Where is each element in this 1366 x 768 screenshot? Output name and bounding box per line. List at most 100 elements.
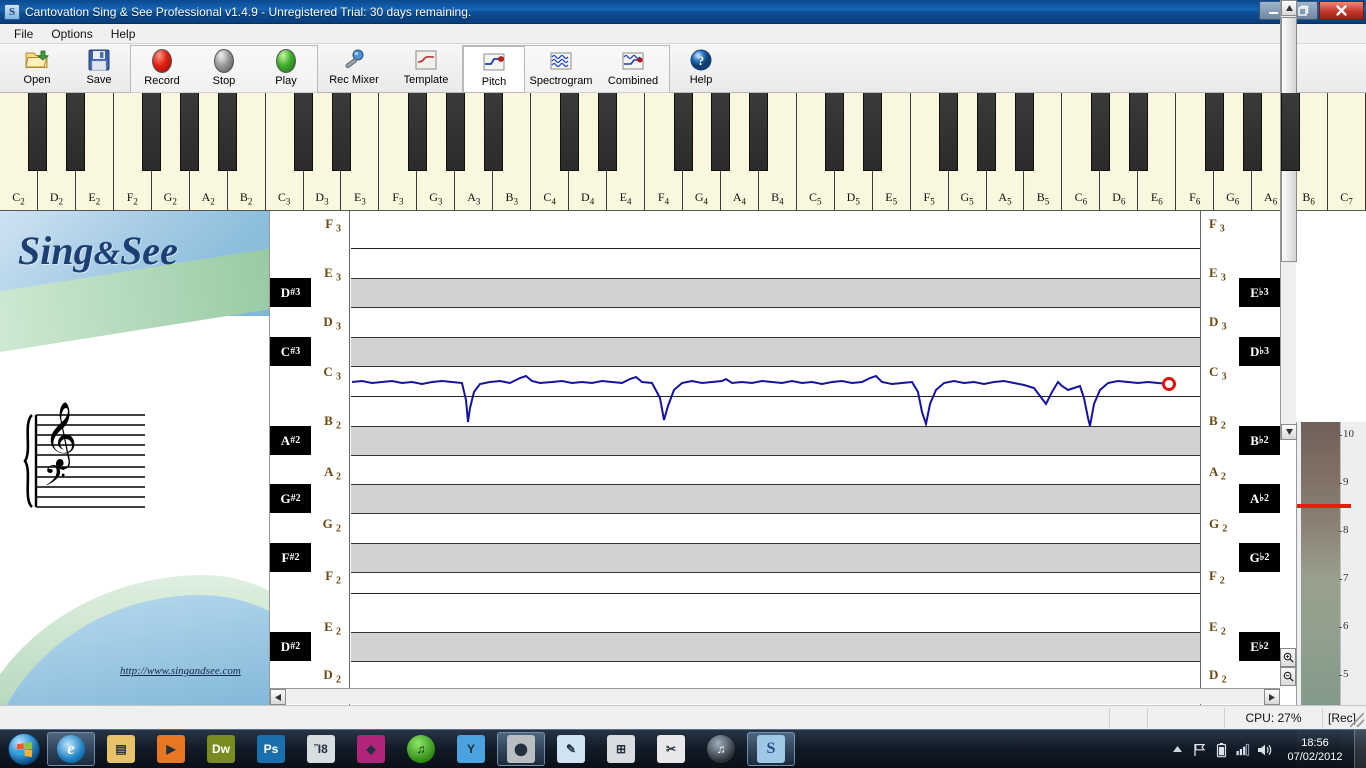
- taskbar-app-sing-and-see[interactable]: S: [747, 732, 795, 766]
- show-desktop-button[interactable]: [1354, 730, 1366, 768]
- scroll-left-button[interactable]: [270, 689, 286, 705]
- play-button[interactable]: Play: [255, 46, 317, 93]
- chart-horizontal-scrollbar[interactable]: [270, 688, 1280, 705]
- level-meter-upper-marker[interactable]: [1297, 504, 1351, 508]
- zoom-in-icon[interactable]: [1280, 648, 1296, 667]
- stop-button[interactable]: Stop: [193, 46, 255, 93]
- toolbar-group-file: Open Save: [6, 45, 130, 92]
- volume-speaker-icon[interactable]: [1254, 730, 1276, 768]
- piano-black-key-gsharp2[interactable]: [180, 93, 200, 171]
- piano-black-key-asharp3[interactable]: [483, 93, 503, 171]
- action-center-flag-icon[interactable]: [1188, 730, 1210, 768]
- taskbar-app-snipping-tool[interactable]: ✂: [647, 732, 695, 766]
- taskbar-app-internet-explorer[interactable]: e: [47, 732, 95, 766]
- piano-black-key-csharp6[interactable]: [1090, 93, 1110, 171]
- scroll-up-button[interactable]: [1281, 0, 1297, 16]
- note-label-d2: D 2: [1209, 667, 1227, 686]
- close-button[interactable]: [1319, 1, 1364, 20]
- piano-black-key-dsharp6[interactable]: [1128, 93, 1148, 171]
- piano-black-key-csharp4[interactable]: [559, 93, 579, 171]
- piano-black-key-fsharp2[interactable]: [142, 93, 162, 171]
- combined-button[interactable]: Combined: [597, 46, 669, 93]
- note-label-g2: G 2: [1209, 516, 1228, 535]
- piano-black-key-dsharp4[interactable]: [597, 93, 617, 171]
- piano-black-key-asharp2[interactable]: [218, 93, 238, 171]
- piano-black-key-dsharp5[interactable]: [863, 93, 883, 171]
- combined-button-label: Combined: [607, 75, 659, 87]
- taskbar-app-dreamweaver[interactable]: Dw: [197, 732, 245, 766]
- rec-mixer-button[interactable]: Rec Mixer: [318, 45, 390, 92]
- taskbar-app-paint[interactable]: Ἲ8: [297, 732, 345, 766]
- template-button[interactable]: Template: [390, 45, 462, 92]
- note-tag-dflat3: D ♭3: [1239, 337, 1280, 366]
- zoom-out-icon[interactable]: [1280, 667, 1296, 686]
- show-hidden-icons-arrow-icon[interactable]: [1166, 730, 1188, 768]
- chart-vertical-scrollbar[interactable]: [1280, 0, 1297, 440]
- taskbar-app-chemistry-app[interactable]: ⬤: [497, 732, 545, 766]
- graphics-app-icon: ◆: [357, 735, 385, 763]
- pitch-cursor-marker: [1162, 377, 1176, 391]
- piano-black-key-asharp6[interactable]: [1280, 93, 1300, 171]
- menu-item-help[interactable]: Help: [103, 25, 144, 43]
- piano-key-label: G2: [163, 189, 177, 206]
- piano-key-label: C5: [809, 189, 822, 206]
- pitch-chart[interactable]: F 3 E 3 D #3 D 3 C #3 C 3 B 2 A #2 A 2 G #2 G 2 F #2 F 2 E…: [270, 211, 1280, 705]
- window-controls: [1259, 1, 1364, 20]
- chemistry-app-icon: ⬤: [507, 735, 535, 763]
- note-label-d2: D 2: [323, 667, 341, 686]
- piano-black-key-csharp3[interactable]: [294, 93, 314, 171]
- note-label-e3: E 3: [1209, 265, 1226, 284]
- menu-item-options[interactable]: Options: [43, 25, 100, 43]
- piano-black-key-csharp2[interactable]: [28, 93, 48, 171]
- play-button-label: Play: [275, 75, 297, 87]
- record-button[interactable]: Record: [131, 46, 193, 93]
- scroll-down-button[interactable]: [1281, 424, 1297, 440]
- website-link[interactable]: http://www.singandsee.com: [120, 665, 241, 677]
- piano-black-key-gsharp4[interactable]: [711, 93, 731, 171]
- scroll-right-button[interactable]: [1264, 689, 1280, 705]
- save-button[interactable]: Save: [68, 45, 130, 92]
- battery-icon[interactable]: [1210, 730, 1232, 768]
- pitch-button[interactable]: Pitch: [463, 46, 525, 93]
- piano-black-key-fsharp5[interactable]: [939, 93, 959, 171]
- window-titlebar[interactable]: S Cantovation Sing & See Professional v1…: [0, 0, 1366, 24]
- taskbar-app-photoshop[interactable]: Ps: [247, 732, 295, 766]
- taskbar-app-windows-media-player[interactable]: ▶: [147, 732, 195, 766]
- taskbar-app-graphics-app[interactable]: ◆: [347, 732, 395, 766]
- help-button[interactable]: ? Help: [670, 45, 732, 92]
- taskbar-clock[interactable]: 18:56 07/02/2012: [1276, 730, 1354, 768]
- taskbar-app-notepad[interactable]: ✎: [547, 732, 595, 766]
- pitch-plot-area[interactable]: [351, 211, 1200, 705]
- note-labels-right: F 3 E 3 E ♭3 D 3 D ♭3 C 3 B 2 B ♭2 A 2 A ♭2 G 2 G ♭2 F 2 E…: [1200, 211, 1280, 705]
- piano-black-key-gsharp5[interactable]: [977, 93, 997, 171]
- piano-black-key-dsharp2[interactable]: [66, 93, 86, 171]
- status-cpu: CPU: 27%: [1225, 707, 1323, 728]
- note-tag-eflat2: E ♭2: [1239, 632, 1280, 661]
- piano-black-key-asharp5[interactable]: [1015, 93, 1034, 171]
- pitch-button-label: Pitch: [481, 76, 507, 88]
- start-button[interactable]: [2, 732, 46, 766]
- taskbar-app-itunes[interactable]: ♫: [697, 732, 745, 766]
- taskbar-app-windows-explorer[interactable]: ▤: [97, 732, 145, 766]
- note-label-f3: F 3: [1209, 216, 1225, 235]
- piano-black-key-dsharp3[interactable]: [332, 93, 351, 171]
- network-signal-icon[interactable]: [1232, 730, 1254, 768]
- piano-black-key-fsharp4[interactable]: [673, 93, 693, 171]
- piano-black-key-fsharp3[interactable]: [407, 93, 427, 171]
- taskbar-app-calculator[interactable]: ⊞: [597, 732, 645, 766]
- open-button[interactable]: Open: [6, 45, 68, 92]
- piano-black-key-fsharp6[interactable]: [1204, 93, 1224, 171]
- taskbar-app-spotify[interactable]: ♫: [397, 732, 445, 766]
- piano-black-key-csharp5[interactable]: [825, 93, 845, 171]
- open-folder-icon: [24, 47, 50, 73]
- resize-grip[interactable]: [1350, 713, 1364, 727]
- piano-keyboard[interactable]: C2 D2 E2 F2 G2 A2 B2 C3 D3 E3 F3 G3 A3 B3 C4 D4 E4 F4 G4 A4…: [0, 93, 1366, 211]
- piano-black-key-gsharp6[interactable]: [1242, 93, 1262, 171]
- piano-black-key-asharp4[interactable]: [749, 93, 769, 171]
- record-button-label: Record: [144, 75, 180, 87]
- piano-white-key-c7[interactable]: C7: [1328, 93, 1366, 210]
- menu-item-file[interactable]: File: [6, 25, 41, 43]
- spectrogram-button[interactable]: Spectrogram: [525, 46, 597, 93]
- taskbar-app-yahoo-messenger[interactable]: Y: [447, 732, 495, 766]
- piano-black-key-gsharp3[interactable]: [445, 93, 465, 171]
